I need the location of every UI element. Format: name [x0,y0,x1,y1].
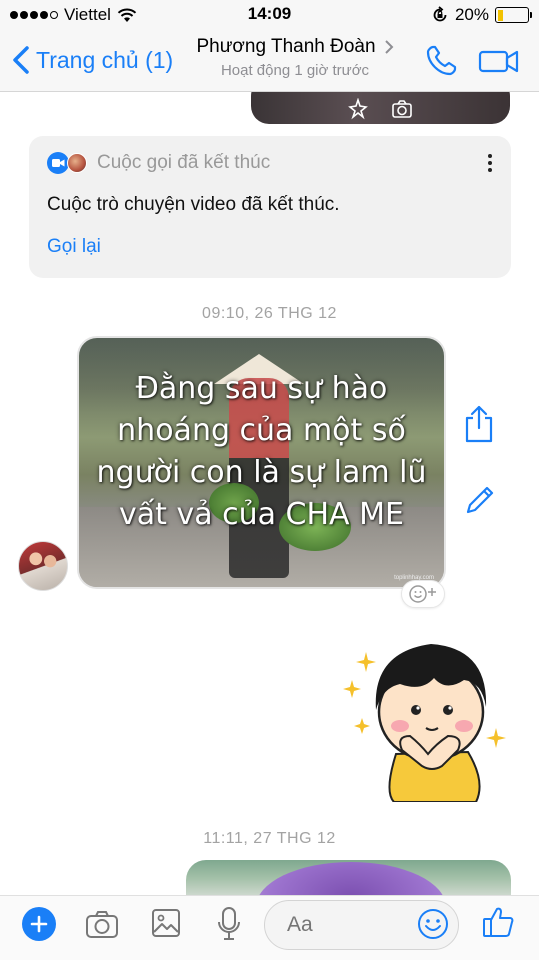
back-button[interactable]: Trang chủ (1) [8,44,173,76]
chevron-left-icon [13,46,29,74]
call-back-link[interactable]: Gọi lại [47,236,101,258]
contact-name-row: Phương Thanh Đoàn [196,36,393,58]
camera-icon[interactable] [85,908,119,940]
add-button[interactable] [22,907,56,941]
plus-icon [30,915,48,933]
status-right: 20% [431,5,532,25]
thumbs-up-icon[interactable] [481,905,515,939]
image-message[interactable]: Đằng sau sự hào nhoáng của một số người … [77,336,446,589]
sparkle-effect-icon[interactable] [347,98,369,120]
more-options-icon[interactable] [487,154,493,174]
call-description: Cuộc trò chuyện video đã kết thúc. [47,194,340,215]
sticker-girl-smiling[interactable] [336,632,511,802]
back-label: Trang chủ (1) [36,46,174,73]
call-ended-label: Cuộc gọi đã kết thúc [97,152,271,173]
camera-icon[interactable] [391,98,413,120]
message-composer [0,895,539,960]
battery-level [497,9,504,21]
next-media-message[interactable] [186,860,511,895]
battery-icon [495,7,532,23]
add-reaction-button[interactable] [401,580,445,608]
share-icon[interactable] [462,404,496,444]
message-list[interactable]: Cuộc gọi đã kết thúc Cuộc trò chuyện vid… [0,92,539,895]
video-call-icon [47,152,69,174]
add-reaction-icon [409,585,436,603]
timestamp: 11:11, 27 THG 12 [203,830,336,847]
phone-icon[interactable] [424,44,458,78]
previous-media-message[interactable] [251,92,510,124]
image-icon[interactable] [151,908,181,938]
call-ended-card: Cuộc gọi đã kết thúc Cuộc trò chuyện vid… [29,136,511,278]
microphone-icon[interactable] [217,906,241,942]
call-icons [47,152,87,174]
battery-percent: 20% [454,5,489,24]
sender-avatar[interactable] [18,541,68,591]
caller-avatar [67,153,87,173]
edit-pencil-icon[interactable] [462,482,496,518]
navigation-bar: Trang chủ (1) Phương Thanh Đoàn Hoạt độn… [0,30,539,92]
video-camera-icon[interactable] [478,46,520,76]
active-status: Hoạt động 1 giờ trước [220,62,370,79]
rotation-lock-icon [433,6,447,22]
contact-name: Phương Thanh Đoàn [196,36,376,57]
call-card-header: Cuộc gọi đã kết thúc [47,152,270,174]
photo-purple-object [256,862,446,895]
smiley-icon[interactable] [417,908,449,940]
chevron-right-icon [384,40,393,54]
timestamp: 09:10, 26 THG 12 [202,305,337,322]
conversation-header[interactable]: Phương Thanh Đoàn Hoạt động 1 giờ trước [180,36,410,79]
status-bar: Viettel 14:09 20% [0,0,539,30]
image-caption: Đằng sau sự hào nhoáng của một số người … [96,371,427,532]
